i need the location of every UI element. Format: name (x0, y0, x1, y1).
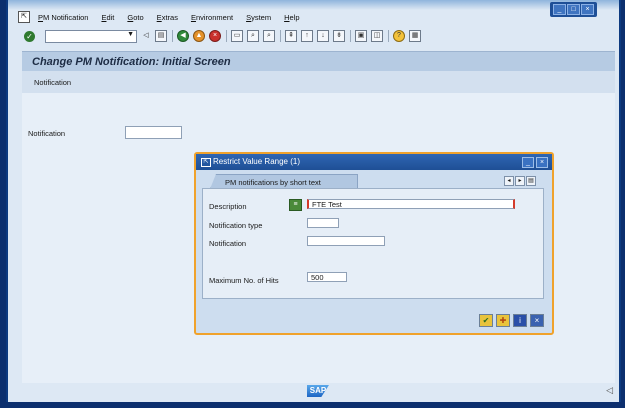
help-icon[interactable]: ? (393, 30, 405, 42)
menu-goto[interactable]: Goto (127, 13, 143, 22)
create-session-icon[interactable]: ▣ (355, 30, 367, 42)
toolbar-separator (388, 30, 389, 42)
menu-edit[interactable]: Edit (101, 13, 114, 22)
layout-icon[interactable]: ▦ (409, 30, 421, 42)
tab-list-icon[interactable]: ▤ (526, 176, 536, 186)
dialog-tab-row: PM notifications by short text ◂ ▸ ▤ (200, 174, 544, 189)
command-field[interactable]: ▼ (45, 29, 137, 43)
notification-label: Notification (209, 239, 247, 248)
close-icon[interactable]: × (536, 157, 548, 168)
print-icon[interactable]: ▭ (231, 30, 243, 42)
tab-next-icon[interactable]: ▸ (515, 176, 525, 186)
menu-extras[interactable]: Extras (157, 13, 178, 22)
toolbar-separator (172, 30, 173, 42)
notification-label: Notification (28, 129, 66, 138)
minimize-icon[interactable]: _ (522, 157, 534, 168)
exit-icon[interactable]: ▲ (193, 30, 205, 42)
max-hits-label: Maximum No. of Hits (209, 276, 279, 285)
status-arrow-icon[interactable]: ◁ (606, 385, 613, 396)
application-toolbar: Notification (22, 71, 615, 93)
cancel-icon[interactable]: × (209, 30, 221, 42)
next-page-icon[interactable]: ↓ (317, 30, 329, 42)
system-menu-icon[interactable]: ⇱ (18, 11, 30, 23)
description-input[interactable]: FTE Test (307, 199, 515, 209)
app-toolbar-notification[interactable]: Notification (34, 78, 71, 87)
multiple-selection-icon[interactable]: ✚ (496, 314, 510, 327)
notification-type-input[interactable] (307, 218, 339, 228)
chevron-down-icon[interactable]: ▼ (127, 31, 134, 38)
back-green-icon[interactable]: ◀ (177, 30, 189, 42)
shortcut-icon[interactable]: ◫ (371, 30, 383, 42)
screen-title-bar: Change PM Notification: Initial Screen (22, 51, 615, 72)
save-icon[interactable]: ▤ (155, 30, 167, 42)
menu-environment[interactable]: Environment (191, 13, 233, 22)
continue-icon[interactable]: ✔ (479, 314, 493, 327)
prev-page-icon[interactable]: ↑ (301, 30, 313, 42)
dialog-icon: ⇱ (201, 158, 211, 167)
info-icon[interactable]: i (513, 314, 527, 327)
max-hits-input[interactable]: 500 (307, 272, 347, 282)
notification-input[interactable] (307, 236, 385, 246)
enter-icon[interactable]: ✓ (24, 30, 35, 42)
dialog-button-bar: ✔ ✚ i × (479, 314, 544, 327)
last-page-icon[interactable]: ⇟ (333, 30, 345, 42)
description-label: Description (209, 202, 247, 211)
tab-prev-icon[interactable]: ◂ (504, 176, 514, 186)
first-page-icon[interactable]: ⇞ (285, 30, 297, 42)
dialog-title-bar: ⇱ Restrict Value Range (1) _ × (196, 154, 552, 170)
page-title: Change PM Notification: Initial Screen (32, 56, 231, 68)
status-bar: SAP ◁ (22, 383, 615, 399)
sap-logo: SAP (307, 385, 329, 397)
cancel-icon[interactable]: × (530, 314, 544, 327)
back-icon[interactable]: ◁ (141, 31, 151, 41)
toolbar-separator (350, 30, 351, 42)
standard-toolbar: ✓ ▼ ◁ ▤ ◀ ▲ × ▭ ⌕ ⌕ ⇞ ↑ ↓ ⇟ ▣ ◫ ? ▦ (8, 27, 619, 45)
menu-pm-notification[interactable]: PM Notification (38, 13, 88, 22)
multiple-selection-icon[interactable]: ≡ (289, 199, 302, 211)
dialog-fields-panel: Description ≡ FTE Test Notification type… (202, 188, 544, 299)
find-icon[interactable]: ⌕ (247, 30, 259, 42)
menu-bar: ⇱ PM Notification Edit Goto Extras Envir… (8, 9, 619, 25)
find-next-icon[interactable]: ⌕ (263, 30, 275, 42)
menu-help[interactable]: Help (284, 13, 299, 22)
dialog-title: Restrict Value Range (1) (213, 157, 300, 166)
notification-type-label: Notification type (209, 221, 263, 230)
toolbar-separator (280, 30, 281, 42)
tab-navigation: ◂ ▸ ▤ (504, 176, 536, 186)
restrict-value-range-dialog: ⇱ Restrict Value Range (1) _ × PM notifi… (194, 152, 554, 335)
tab-pm-notifications-by-short-text[interactable]: PM notifications by short text (210, 174, 358, 189)
notification-input[interactable] (125, 126, 182, 139)
menu-system[interactable]: System (246, 13, 271, 22)
toolbar-separator (226, 30, 227, 42)
